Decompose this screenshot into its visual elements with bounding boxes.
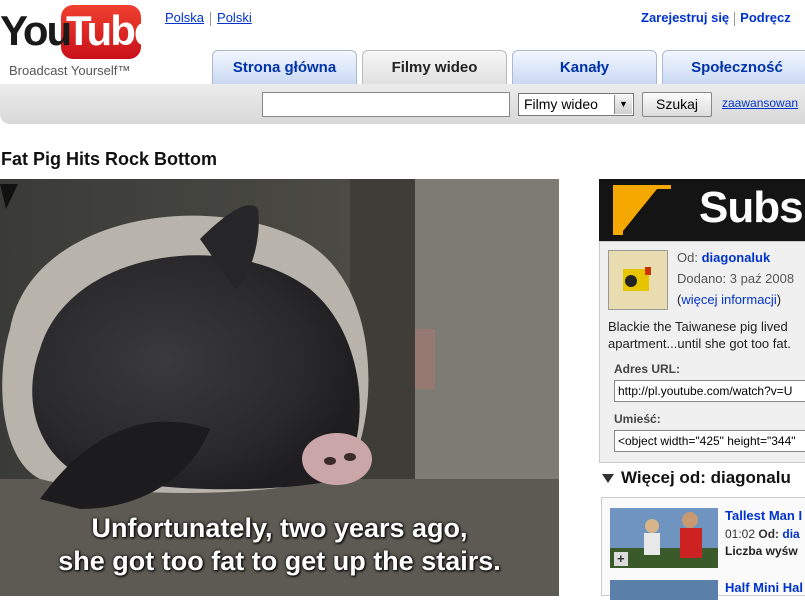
divider [734, 11, 736, 26]
account-links: Zarejestruj się Podręcz [641, 10, 791, 26]
country-link[interactable]: Polska [165, 10, 204, 25]
triangle-down-icon [602, 474, 614, 484]
help-link[interactable]: Podręcz [740, 10, 791, 25]
from-label: Od: [758, 527, 780, 541]
embed-label: Umieść: [614, 412, 661, 426]
more-info: (więcej informacji) [677, 292, 782, 307]
logo-tagline: Broadcast Yourself™ [9, 63, 131, 78]
description-line: Blackie the Taiwanese pig lived [608, 319, 788, 334]
search-button[interactable]: Szukaj [642, 92, 712, 117]
search-category-value: Filmy wideo [524, 96, 598, 112]
logo-you: You [0, 7, 72, 54]
video-title: Fat Pig Hits Rock Bottom [1, 149, 218, 169]
tab-channels[interactable]: Kanały [512, 50, 657, 84]
more-from-heading[interactable]: Więcej od: diagonalu [602, 468, 791, 488]
related-video-title[interactable]: Half Mini Hal [725, 580, 803, 595]
tab-community[interactable]: Społeczność [662, 50, 805, 84]
related-video-thumbnail[interactable]: + [610, 508, 718, 568]
video-player[interactable]: Unfortunately, two years ago, she got to… [0, 179, 559, 596]
chevron-down-icon[interactable]: ▼ [614, 95, 632, 114]
duration: 01:02 [725, 527, 756, 541]
language-links: Polska Polski [165, 10, 252, 26]
language-link[interactable]: Polski [217, 10, 252, 25]
view-count: Liczba wyśw [725, 544, 798, 558]
tab-home[interactable]: Strona główna [212, 50, 357, 84]
author-avatar[interactable] [608, 250, 668, 310]
author-line: Od: diagonaluk [677, 250, 770, 265]
channel-logo-icon [613, 185, 671, 235]
more-info-link[interactable]: więcej informacji [681, 292, 776, 307]
description-line: apartment...until she got too fat. [608, 336, 791, 351]
date-added: Dodano: 3 paź 2008 [677, 271, 795, 286]
related-author-link[interactable]: dia [782, 527, 799, 541]
signup-link[interactable]: Zarejestruj się [641, 10, 729, 25]
embed-field[interactable]: <object width="425" height="344" [614, 430, 805, 452]
youtube-logo[interactable]: You Tube Broadcast Yourself™ [0, 5, 160, 80]
banner-text: Subs [699, 183, 804, 232]
search-input[interactable] [262, 92, 510, 117]
add-icon[interactable]: + [617, 551, 625, 566]
related-video-title[interactable]: Tallest Man I [725, 508, 802, 523]
subtitle-line: she got too fat to get up the stairs. [58, 546, 501, 576]
related-video-meta: 01:02 Od: dia [725, 527, 800, 541]
related-video-thumbnail[interactable] [610, 580, 718, 600]
logo-tube: Tube [66, 7, 157, 54]
video-info-box: Od: diagonaluk Dodano: 3 paź 2008 (więce… [599, 241, 805, 463]
video-subtitle: Unfortunately, two years ago, she got to… [0, 512, 559, 578]
related-videos-list: + Tallest Man I 01:02 Od: dia Liczba wyś… [601, 497, 805, 600]
more-from-label: Więcej od: diagonalu [621, 468, 791, 487]
author-link[interactable]: diagonaluk [702, 250, 771, 265]
channel-banner[interactable]: Subs [599, 179, 805, 241]
divider [210, 11, 212, 26]
tab-videos[interactable]: Filmy wideo [362, 50, 507, 84]
video-description: Blackie the Taiwanese pig lived apartmen… [608, 318, 791, 352]
from-label: Od: [677, 250, 698, 265]
thumbnail-image [610, 508, 718, 568]
subtitle-line: Unfortunately, two years ago, [91, 513, 468, 543]
advanced-search-link[interactable]: zaawansowan [722, 96, 798, 110]
avatar-image [609, 251, 667, 309]
url-label: Adres URL: [614, 362, 681, 376]
search-category-select[interactable]: Filmy wideo ▼ [518, 93, 634, 116]
url-field[interactable]: http://pl.youtube.com/watch?v=U [614, 380, 805, 402]
